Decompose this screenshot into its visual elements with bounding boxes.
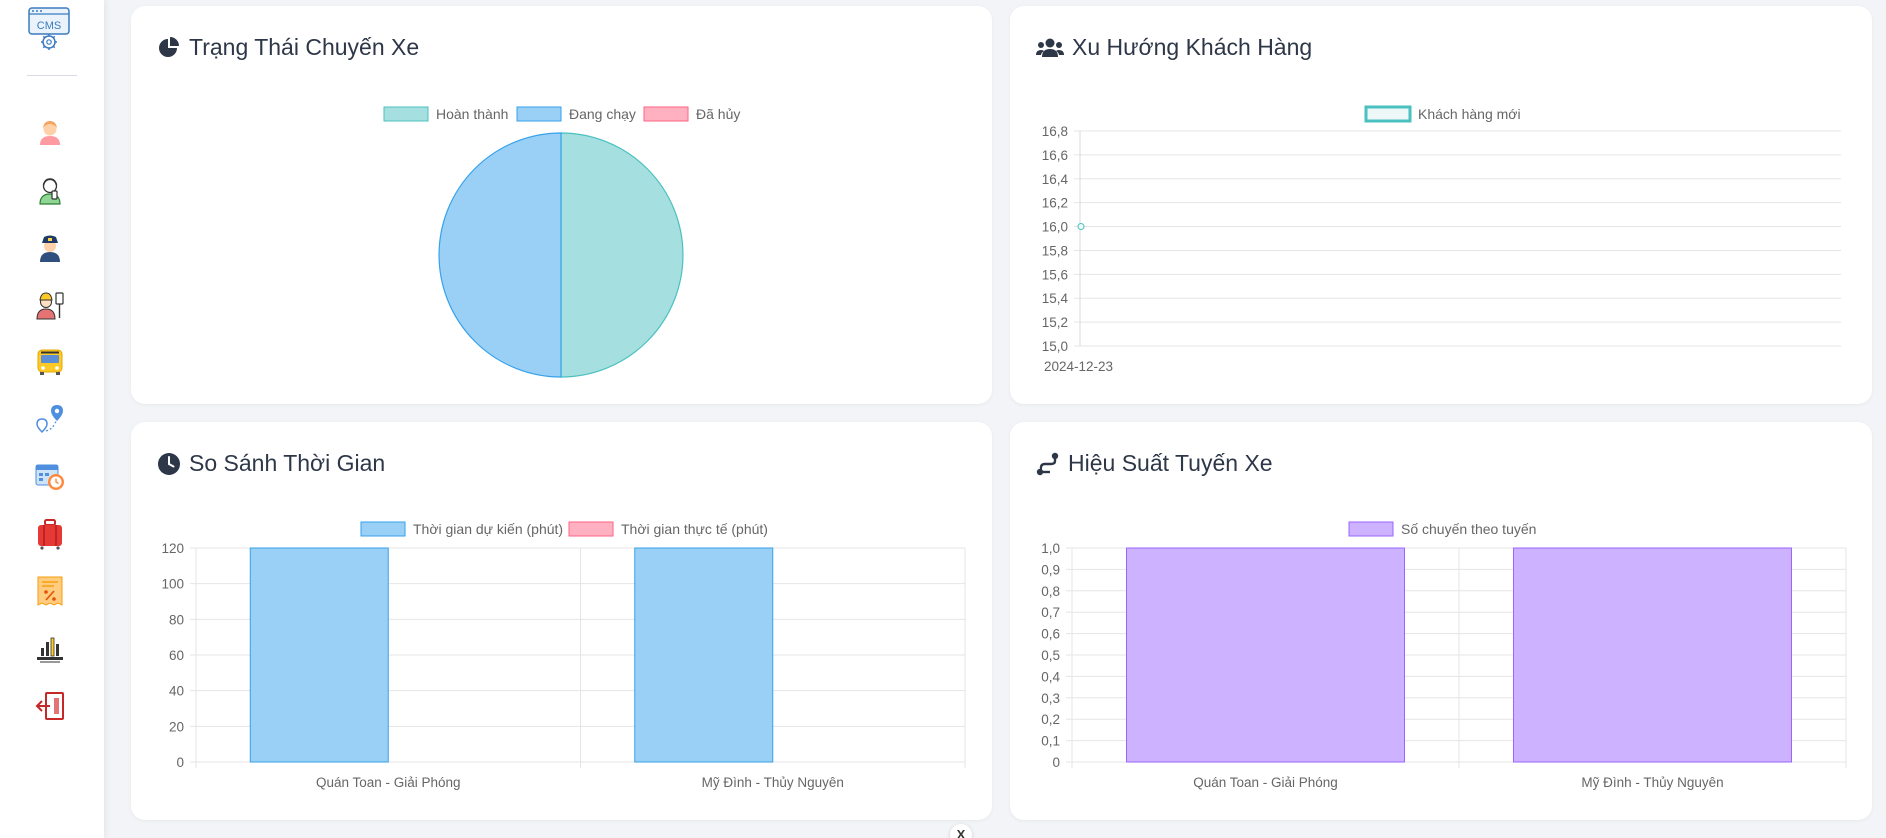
bus-icon <box>37 349 63 375</box>
cms-logo[interactable]: CMS <box>27 5 71 51</box>
customer-icon <box>39 178 61 205</box>
y-tick-label: 0,6 <box>1041 627 1060 642</box>
luggage-icon <box>38 519 62 550</box>
bar <box>1126 547 1405 763</box>
y-tick-label: 0,8 <box>1041 584 1060 599</box>
driver-icon <box>40 235 60 262</box>
scroll-to-top-button[interactable]: X <box>950 824 972 838</box>
pie-slice-1 <box>438 132 562 378</box>
nav-logout[interactable] <box>34 690 66 722</box>
x-tick-label: Quán Toan - Giải Phóng <box>1193 775 1338 790</box>
legend-swatch-cancelled <box>643 106 689 122</box>
customer-trend-chart: Khách hàng mới 16,8 16,6 16,4 16,2 16,0 15,8 1… <box>1042 105 1841 374</box>
nav-customer[interactable] <box>34 174 66 206</box>
trip-status-chart: Hoàn thành Đang chạy Đã hủy <box>383 106 740 378</box>
y-tick-label: 0,2 <box>1041 712 1060 727</box>
y-tick-label: 16,0 <box>1042 220 1068 235</box>
y-tick-label: 80 <box>169 612 184 627</box>
y-tick-label: 40 <box>169 684 184 699</box>
y-tick-label: 0,7 <box>1041 605 1060 620</box>
sidebar: CMS <box>0 0 104 838</box>
time-legend: Thời gian dự kiến (phút) Thời gian thực … <box>360 521 768 537</box>
y-tick-label: 100 <box>161 577 184 592</box>
route-legend: Số chuyến theo tuyến <box>1348 521 1536 537</box>
nav-staff[interactable] <box>34 289 66 321</box>
route-performance-chart: Số chuyến theo tuyến 1,0 0,9 0,8 0,7 0,6 0,5 0… <box>1041 521 1847 790</box>
y-tick-label: 0,9 <box>1041 562 1060 577</box>
y-tick-label: 60 <box>169 648 184 663</box>
y-tick-label: 0,1 <box>1041 734 1060 749</box>
y-tick-label: 1,0 <box>1041 541 1060 556</box>
route-performance-card: Hiệu Suất Tuyến Xe Số chuyến theo tuyến … <box>1010 422 1872 820</box>
bar <box>249 547 389 763</box>
y-tick-label: 16,8 <box>1042 124 1068 139</box>
pie-slices <box>438 132 684 378</box>
nav-driver[interactable] <box>34 232 66 264</box>
y-tick-label: 15,0 <box>1042 339 1068 354</box>
y-tick-label: 0,5 <box>1041 648 1060 663</box>
data-point <box>1077 223 1085 231</box>
y-tick-label: 20 <box>169 719 184 734</box>
route-map-icon <box>36 405 63 434</box>
svg-text:CMS: CMS <box>37 20 61 32</box>
y-tick-label: 15,8 <box>1042 243 1068 258</box>
nav-bus[interactable] <box>34 346 66 378</box>
line-legend: Khách hàng mới <box>1364 105 1521 123</box>
user-admin-icon <box>40 121 60 145</box>
nav-luggage[interactable] <box>34 518 66 550</box>
trip-status-card: Trạng Thái Chuyến Xe Hoàn thành Đang chạ… <box>131 6 992 404</box>
y-tick-label: 0 <box>176 755 184 770</box>
legend-swatch-trips-per-route <box>1348 521 1394 537</box>
legend-swatch-new-customers <box>1364 105 1412 123</box>
x-tick-label: 2024-12-23 <box>1044 359 1113 374</box>
nav-schedule[interactable] <box>34 460 66 492</box>
pie-slice-0 <box>560 132 684 378</box>
bar <box>634 547 774 763</box>
x-tick-label: Quán Toan - Giải Phóng <box>316 775 461 790</box>
y-tick-label: 0,3 <box>1041 691 1060 706</box>
x-tick-label: Mỹ Đình - Thủy Nguyên <box>1581 775 1723 790</box>
sidebar-divider <box>27 75 77 76</box>
schedule-icon <box>35 464 64 490</box>
pie-legend: Hoàn thành Đang chạy Đã hủy <box>383 106 740 122</box>
legend-label-actual: Thời gian thực tế (phút) <box>621 521 768 537</box>
y-tick-label: 15,6 <box>1042 267 1068 282</box>
customer-trend-card: Xu Hướng Khách Hàng Khách hàng mới 16,8 1… <box>1010 6 1872 404</box>
y-tick-label: 16,2 <box>1042 196 1068 211</box>
legend-label-completed: Hoàn thành <box>436 106 508 122</box>
nav-user-admin[interactable] <box>34 117 66 149</box>
statistics-icon <box>37 637 63 663</box>
staff-icon <box>36 292 64 320</box>
legend-label-cancelled: Đã hủy <box>696 106 740 122</box>
legend-swatch-actual <box>568 521 614 537</box>
bar <box>1513 547 1792 763</box>
nav-discount[interactable] <box>34 575 66 607</box>
time-compare-chart: Thời gian dự kiến (phút) Thời gian thực … <box>161 521 966 790</box>
nav-statistics[interactable] <box>34 632 66 664</box>
time-compare-card: So Sánh Thời Gian Thời gian dự kiến (phú… <box>131 422 992 820</box>
y-tick-label: 0,4 <box>1041 669 1060 684</box>
legend-swatch-completed <box>383 106 429 122</box>
nav-route-map[interactable] <box>34 403 66 435</box>
legend-label-running: Đang chạy <box>569 106 636 122</box>
y-tick-label: 15,2 <box>1042 315 1068 330</box>
logout-icon <box>35 692 64 720</box>
legend-swatch-expected <box>360 521 406 537</box>
y-tick-label: 16,4 <box>1042 172 1069 187</box>
legend-label-new-customers: Khách hàng mới <box>1418 106 1521 122</box>
y-tick-label: 0 <box>1052 755 1060 770</box>
y-tick-label: 16,6 <box>1042 148 1068 163</box>
y-tick-label: 15,4 <box>1042 291 1069 306</box>
legend-label-trips-per-route: Số chuyến theo tuyến <box>1401 521 1536 537</box>
y-tick-label: 120 <box>161 541 184 556</box>
legend-swatch-running <box>516 106 562 122</box>
x-tick-label: Mỹ Đình - Thủy Nguyên <box>702 775 844 790</box>
legend-label-expected: Thời gian dự kiến (phút) <box>413 521 563 537</box>
discount-icon <box>37 576 63 606</box>
